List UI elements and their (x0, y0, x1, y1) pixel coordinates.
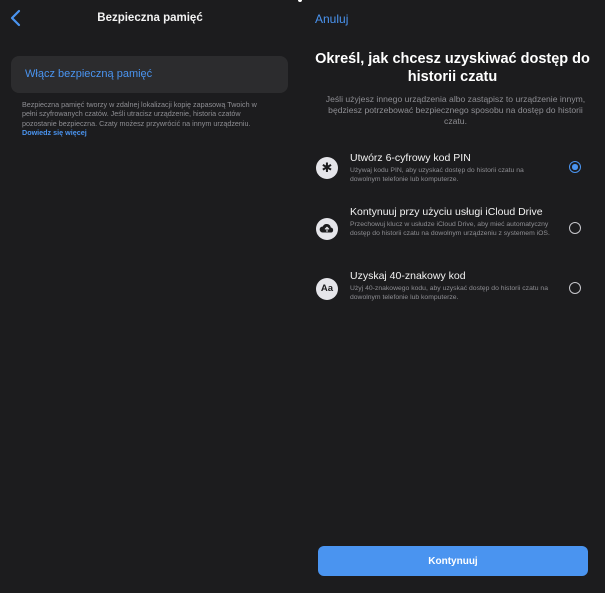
option-title: Kontynuuj przy użyciu usługi iCloud Driv… (350, 206, 543, 218)
sheet-subtext: Jeśli użyjesz innego urządzenia albo zas… (325, 94, 586, 126)
option-pin-code[interactable]: ✱ Utwórz 6-cyfrowy kod PIN Używaj kodu P… (300, 152, 605, 202)
chat-history-access-sheet: Anuluj Określ, jak chcesz uzyskiwać dost… (300, 0, 605, 593)
text-aa-icon: Aa (316, 278, 338, 300)
option-description: Używaj kodu PIN, aby uzyskać dostęp do h… (350, 167, 524, 183)
radio-icloud-drive[interactable] (569, 222, 581, 234)
option-title: Uzyskaj 40-znakowy kod (350, 270, 466, 282)
continue-button[interactable]: Kontynuuj (318, 546, 588, 576)
description-text: Bezpieczna pamięć tworzy w zdalnej lokal… (22, 100, 257, 128)
cancel-button[interactable]: Anuluj (315, 12, 348, 26)
learn-more-link[interactable]: Dowiedz się więcej (22, 128, 87, 137)
sheet-heading: Określ, jak chcesz uzyskiwać dostęp do h… (315, 51, 590, 85)
radio-40-char-code[interactable] (569, 282, 581, 294)
secure-storage-description: Bezpieczna pamięć tworzy w zdalnej lokal… (22, 100, 272, 137)
option-description: Przechowuj klucz w usłudze iCloud Drive,… (350, 221, 550, 237)
option-40-char-code[interactable]: Aa Uzyskaj 40-znakowy kod Użyj 40-znakow… (300, 270, 605, 320)
option-icloud-drive[interactable]: Kontynuuj przy użyciu usługi iCloud Driv… (300, 206, 605, 256)
option-title: Utwórz 6-cyfrowy kod PIN (350, 152, 471, 164)
page-title: Bezpieczna pamięć (97, 12, 203, 24)
secure-storage-panel: Bezpieczna pamięć Włącz bezpieczną pamię… (0, 0, 300, 593)
option-description: Użyj 40-znakowego kodu, aby uzyskać dost… (350, 285, 548, 301)
cloud-upload-icon (316, 218, 338, 240)
radio-pin-code[interactable] (569, 161, 581, 173)
asterisk-icon: ✱ (316, 157, 338, 179)
enable-secure-storage-label: Włącz bezpieczną pamięć (25, 68, 153, 80)
navigation-bar: Bezpieczna pamięć (0, 0, 300, 38)
enable-secure-storage-button[interactable]: Włącz bezpieczną pamięć (11, 56, 288, 93)
